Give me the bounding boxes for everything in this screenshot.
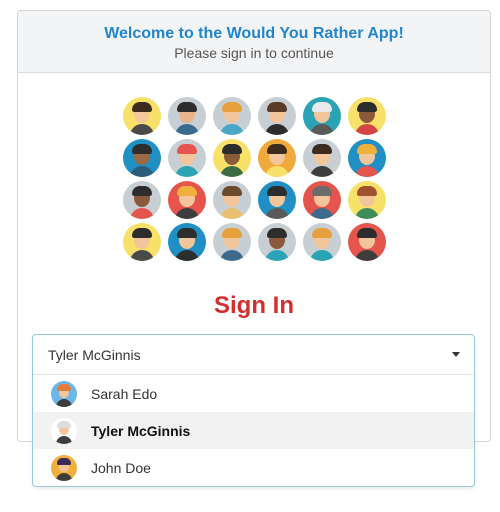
- user-avatar-icon: [258, 139, 296, 177]
- user-avatar-icon: [258, 97, 296, 135]
- welcome-title: Welcome to the Would You Rather App!: [104, 25, 404, 42]
- dropdown-option-label: Tyler McGinnis: [91, 422, 191, 439]
- user-select-dropdown[interactable]: Tyler McGinnis Sarah Edo Tyler McGinnis Jo…: [32, 334, 475, 487]
- user-avatar-icon: [303, 223, 341, 261]
- user-avatar-icon: [168, 223, 206, 261]
- selected-user-text: Tyler McGinnis: [48, 346, 141, 363]
- sarah-edo-avatar-icon: [51, 380, 77, 407]
- user-avatar-icon: [213, 139, 251, 177]
- dropdown-option[interactable]: Sarah Edo: [33, 375, 474, 412]
- dropdown-menu: Sarah Edo Tyler McGinnis John Doe: [33, 375, 474, 486]
- user-avatar-icon: [213, 97, 251, 135]
- user-avatar-icon: [303, 181, 341, 219]
- dropdown-option-label: John Doe: [91, 459, 151, 476]
- user-avatar-icon: [303, 97, 341, 135]
- user-avatar-icon: [168, 181, 206, 219]
- user-avatar-icon: [213, 223, 251, 261]
- john-doe-avatar-icon: [51, 454, 77, 481]
- user-avatar-icon: [348, 181, 386, 219]
- user-avatar-icon: [258, 223, 296, 261]
- card-header: Welcome to the Would You Rather App! Ple…: [18, 11, 490, 73]
- user-avatar-icon: [303, 139, 341, 177]
- dropdown-selected[interactable]: Tyler McGinnis: [33, 335, 474, 375]
- user-avatar-icon: [123, 97, 161, 135]
- dropdown-option-label: Sarah Edo: [91, 385, 158, 402]
- user-avatar-icon: [168, 97, 206, 135]
- tyler-mcginnis-avatar-icon: [51, 417, 77, 444]
- sign-in-heading: Sign In: [214, 292, 294, 319]
- user-avatar-icon: [213, 181, 251, 219]
- caret-down-icon[interactable]: [452, 352, 460, 357]
- user-avatar-icon: [123, 139, 161, 177]
- user-avatar-icon: [123, 181, 161, 219]
- user-avatar-icon: [348, 97, 386, 135]
- user-avatar-icon: [348, 223, 386, 261]
- user-avatar-icon: [258, 181, 296, 219]
- user-avatar-icon: [123, 223, 161, 261]
- dropdown-option[interactable]: John Doe: [33, 449, 474, 486]
- user-avatar-icon: [168, 139, 206, 177]
- user-avatar-icon: [348, 139, 386, 177]
- sign-in-subtitle: Please sign in to continue: [174, 45, 334, 61]
- dropdown-option[interactable]: Tyler McGinnis: [33, 412, 474, 449]
- avatar-grid: [123, 97, 387, 261]
